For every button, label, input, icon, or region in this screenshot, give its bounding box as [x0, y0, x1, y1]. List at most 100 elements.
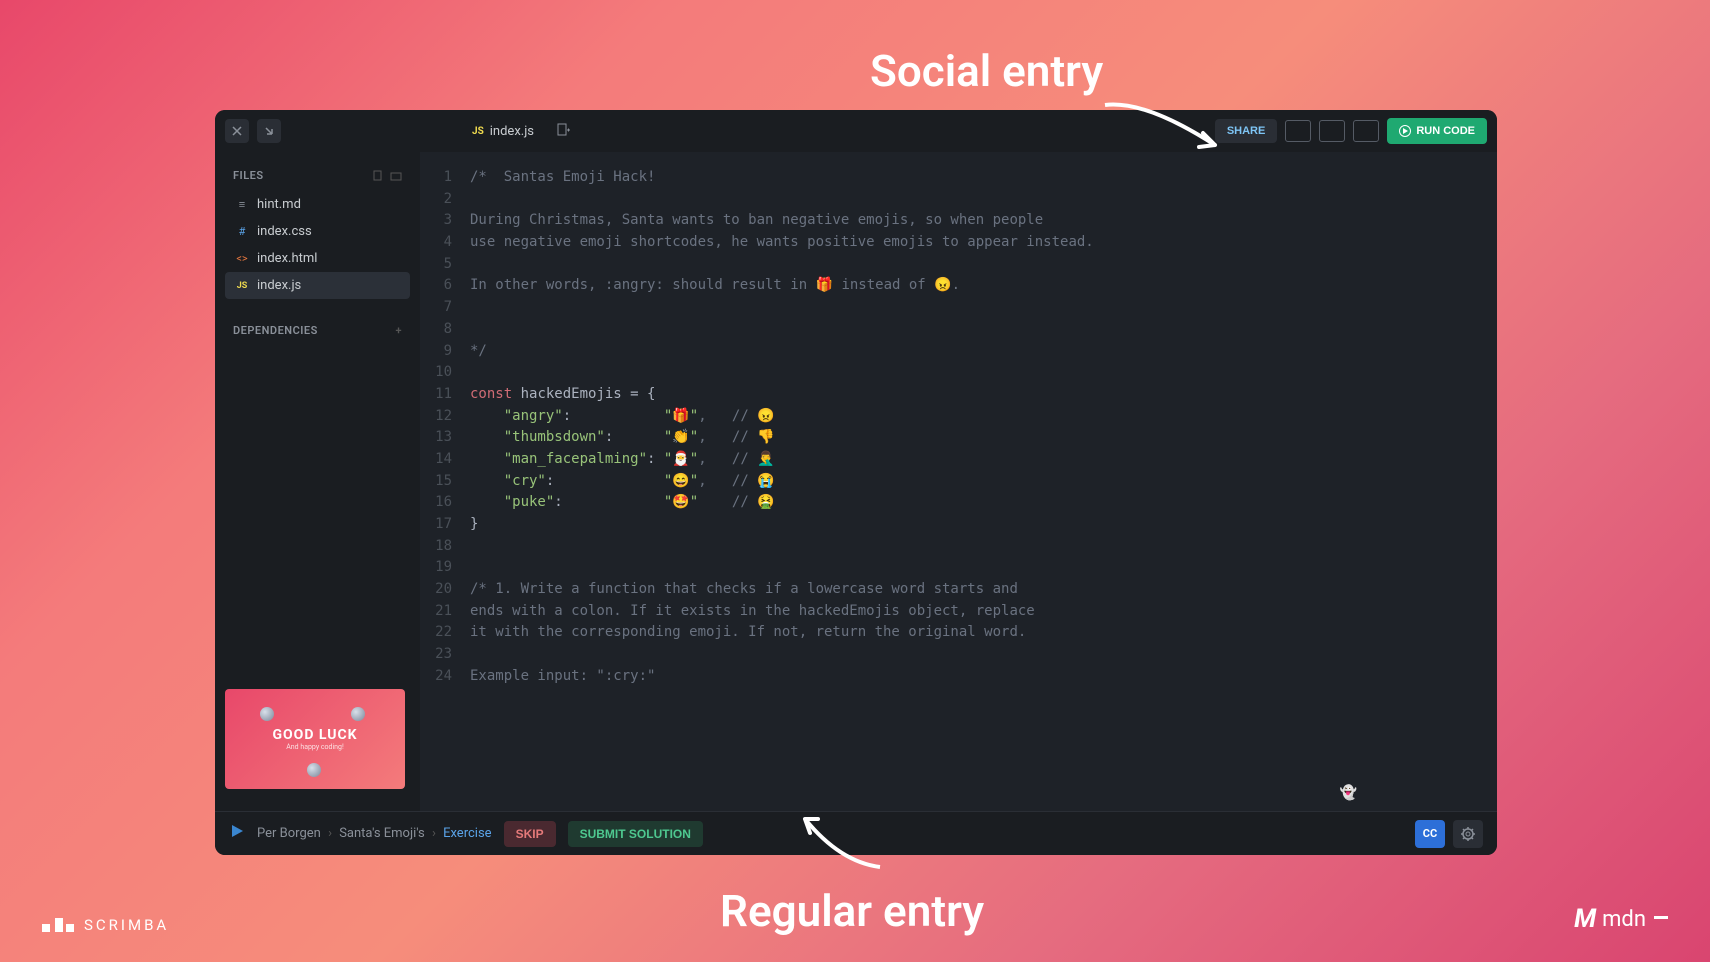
js-icon: JS: [472, 126, 484, 137]
file-name: index.css: [257, 224, 312, 239]
ide-window: JS index.js SHARE RUN CODE FILES: [215, 110, 1497, 855]
files-header-label: FILES: [233, 169, 264, 182]
code-editor[interactable]: 1/* Santas Emoji Hack!2 3During Christma…: [420, 152, 1497, 811]
line-number: 1: [420, 167, 470, 189]
arrow-bottom: [790, 807, 890, 877]
line-number: 19: [420, 557, 470, 579]
html-icon: <>: [235, 252, 249, 265]
active-file-tab[interactable]: JS index.js: [464, 120, 542, 143]
code-line: 2: [420, 189, 1497, 211]
line-number: 2: [420, 189, 470, 211]
code-line: 19: [420, 557, 1497, 579]
line-number: 16: [420, 492, 470, 514]
code-line: 7: [420, 297, 1497, 319]
breadcrumb-course[interactable]: Santa's Emoji's: [339, 826, 425, 841]
code-line: 16 "puke": "🤩" // 🤮: [420, 492, 1497, 514]
line-number: 24: [420, 666, 470, 688]
line-number: 20: [420, 579, 470, 601]
preview-thumbnail[interactable]: GOOD LUCK And happy coding!: [225, 689, 405, 789]
file-item-index-html[interactable]: <> index.html: [225, 245, 410, 272]
code-line: 9*/: [420, 341, 1497, 363]
preview-subtitle: And happy coding!: [286, 743, 344, 751]
popout-button[interactable]: [257, 119, 281, 143]
preview-title: GOOD LUCK: [272, 727, 357, 743]
files-header: FILES: [225, 164, 410, 187]
line-number: 15: [420, 471, 470, 493]
line-number: 11: [420, 384, 470, 406]
new-file-button[interactable]: [552, 118, 574, 145]
mdn-text: mdn: [1602, 907, 1646, 932]
line-number: 10: [420, 362, 470, 384]
code-line: 23: [420, 644, 1497, 666]
annotation-social-entry: Social entry: [870, 45, 1103, 97]
code-line: 8: [420, 319, 1497, 341]
line-number: 8: [420, 319, 470, 341]
line-number: 12: [420, 406, 470, 428]
code-line: 14 "man_facepalming": "🎅", // 🤦‍♂️: [420, 449, 1497, 471]
line-number: 22: [420, 622, 470, 644]
file-name: index.js: [257, 278, 301, 293]
play-button[interactable]: [229, 823, 245, 844]
arrow-top: [1095, 95, 1235, 175]
skip-button[interactable]: SKIP: [504, 821, 556, 847]
play-icon: [1399, 125, 1411, 137]
code-line: 22it with the corresponding emoji. If no…: [420, 622, 1497, 644]
breadcrumb: Per Borgen › Santa's Emoji's › Exercise: [257, 826, 492, 841]
line-number: 3: [420, 210, 470, 232]
code-line: 10: [420, 362, 1497, 384]
code-line: 21ends with a colon. If it exists in the…: [420, 601, 1497, 623]
run-label: RUN CODE: [1416, 125, 1475, 137]
file-item-index-css[interactable]: #index.css: [225, 218, 410, 245]
line-number: 17: [420, 514, 470, 536]
code-line: 1/* Santas Emoji Hack!: [420, 167, 1497, 189]
line-number: 14: [420, 449, 470, 471]
code-line: 18: [420, 536, 1497, 558]
gear-icon: [1460, 826, 1476, 842]
close-button[interactable]: [225, 119, 249, 143]
tab-filename: index.js: [490, 124, 534, 139]
code-line: 15 "cry": "😄", // 😭: [420, 471, 1497, 493]
code-line: 6In other words, :angry: should result i…: [420, 275, 1497, 297]
file-name: hint.md: [257, 197, 301, 212]
captions-button[interactable]: CC: [1415, 820, 1445, 848]
breadcrumb-author[interactable]: Per Borgen: [257, 826, 321, 841]
breadcrumb-current: Exercise: [443, 826, 491, 841]
layout-button-2[interactable]: [1319, 120, 1345, 142]
scrimba-text: SCRIMBA: [84, 916, 169, 934]
code-line: 12 "angry": "🎁", // 😠: [420, 406, 1497, 428]
file-sidebar: FILES ≡hint.md#index.css <> index.html JSin…: [215, 152, 420, 811]
layout-button-1[interactable]: [1285, 120, 1311, 142]
line-number: 13: [420, 427, 470, 449]
code-line: 5: [420, 254, 1497, 276]
line-number: 18: [420, 536, 470, 558]
code-line: 11const hackedEmojis = {: [420, 384, 1497, 406]
line-number: 6: [420, 275, 470, 297]
file-name: index.html: [257, 251, 317, 266]
new-folder-icon[interactable]: [390, 170, 402, 182]
mdn-logo: M mdn: [1574, 904, 1668, 934]
submit-solution-button[interactable]: SUBMIT SOLUTION: [568, 821, 703, 847]
file-item-index-js[interactable]: JSindex.js: [225, 272, 410, 299]
code-line: 13 "thumbsdown": "👏", // 👎: [420, 427, 1497, 449]
dependencies-header: DEPENDENCIES +: [225, 319, 410, 342]
code-line: 20/* 1. Write a function that checks if …: [420, 579, 1497, 601]
scrimba-logo: SCRIMBA: [42, 916, 169, 934]
deps-header-label: DEPENDENCIES: [233, 324, 318, 337]
line-number: 21: [420, 601, 470, 623]
ghost-icon: 👻: [1340, 783, 1357, 805]
run-code-button[interactable]: RUN CODE: [1387, 118, 1487, 144]
new-file-icon[interactable]: [372, 170, 384, 182]
layout-button-3[interactable]: [1353, 120, 1379, 142]
code-line: 24Example input: ":cry:": [420, 666, 1497, 688]
code-line: 4use negative emoji shortcodes, he wants…: [420, 232, 1497, 254]
code-line: 3During Christmas, Santa wants to ban ne…: [420, 210, 1497, 232]
file-item-hint-md[interactable]: ≡hint.md: [225, 191, 410, 218]
line-number: 23: [420, 644, 470, 666]
decoration-ball: [351, 707, 365, 721]
add-dependency-icon[interactable]: +: [395, 324, 402, 337]
editor-top-bar: JS index.js SHARE RUN CODE: [215, 110, 1497, 152]
line-number: 9: [420, 341, 470, 363]
code-line: 17}: [420, 514, 1497, 536]
settings-button[interactable]: [1453, 820, 1483, 848]
line-number: 7: [420, 297, 470, 319]
